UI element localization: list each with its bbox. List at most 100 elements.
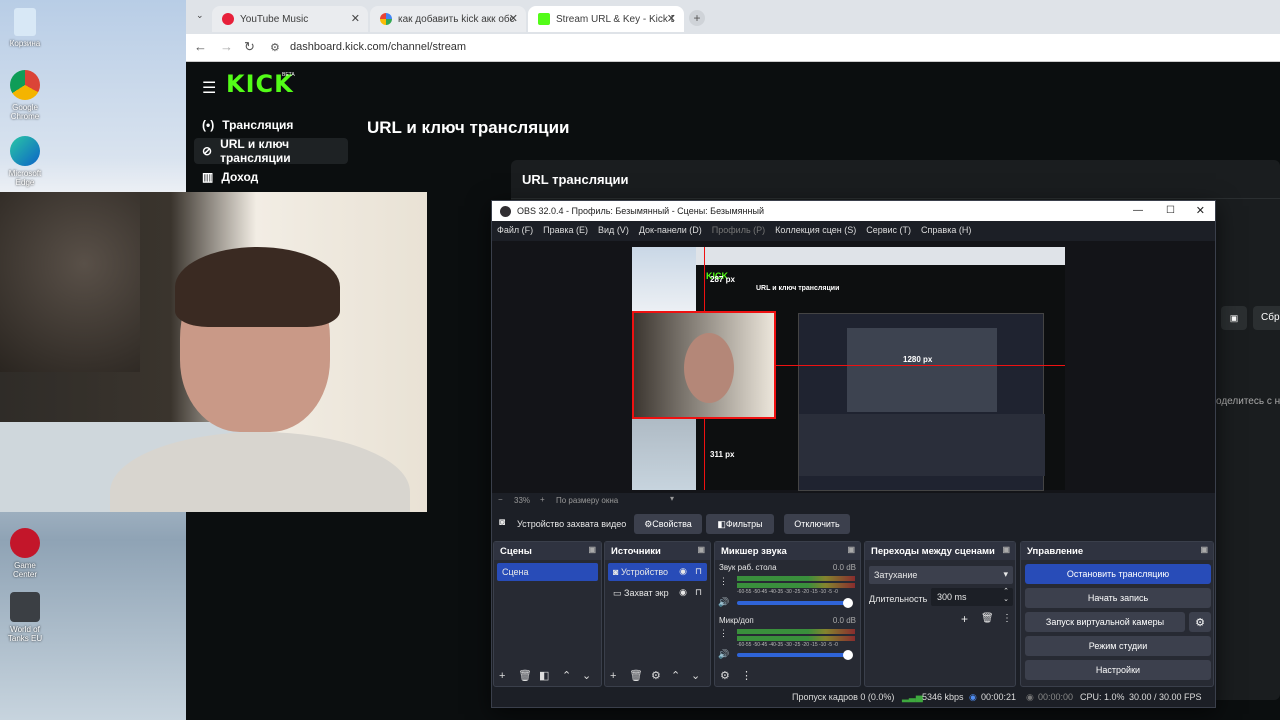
lock-icon[interactable]: ⊓ <box>695 566 702 577</box>
transition-select[interactable]: Затухание ▾ <box>869 566 1013 584</box>
dock-menu-icon[interactable]: ▣ <box>1200 545 1208 554</box>
menu-edit[interactable]: Правка (E) <box>543 225 588 235</box>
chrome-shortcut[interactable]: Google Chrome <box>4 70 46 121</box>
chevron-down-icon: ▾ <box>1003 569 1008 579</box>
minimize-icon[interactable]: — <box>1133 205 1143 216</box>
stop-streaming-button[interactable]: Остановить трансляцию <box>1025 564 1211 584</box>
volume-slider[interactable] <box>737 653 849 657</box>
source-item-capture-device[interactable]: ◙ Устройство ◉ ⊓ <box>608 563 707 581</box>
volume-meter <box>737 583 855 588</box>
trash-icon[interactable]: 🗑 <box>518 669 532 682</box>
nav-item-broadcast[interactable]: (•) Трансляция <box>194 112 348 138</box>
site-info-icon[interactable]: ⚙ <box>270 41 280 54</box>
close-icon[interactable]: ✕ <box>667 12 676 25</box>
url-field[interactable]: dashboard.kick.com/channel/stream <box>290 41 466 53</box>
gear-icon[interactable]: ⚙ <box>1189 612 1211 632</box>
tab-label: как добавить kick акк обс - Go <box>398 13 516 25</box>
reload-icon[interactable]: ↻ <box>244 39 255 55</box>
menu-tools[interactable]: Сервис (T) <box>866 225 911 235</box>
zoom-fit-select[interactable]: По размеру окна <box>556 496 618 505</box>
dots-menu-icon[interactable]: ⋮ <box>719 576 728 587</box>
arrow-up-icon[interactable]: ⌃ <box>562 669 571 682</box>
recycle-bin-icon <box>14 8 36 36</box>
game-center-shortcut[interactable]: Game Center <box>4 528 46 579</box>
studio-mode-button[interactable]: Режим студии <box>1025 636 1211 656</box>
close-icon[interactable]: ✕ <box>1196 204 1205 217</box>
eye-icon[interactable]: ◉ <box>679 587 687 598</box>
close-icon[interactable]: ✕ <box>351 12 360 25</box>
reset-button[interactable]: Сбр <box>1253 306 1280 330</box>
menu-help[interactable]: Справка (H) <box>921 225 971 235</box>
source-item-screen-capture[interactable]: ▭ Захват экр ◉ ⊓ <box>608 584 707 602</box>
settings-button[interactable]: Настройки <box>1025 660 1211 680</box>
menu-scene-collection[interactable]: Коллекция сцен (S) <box>775 225 856 235</box>
dots-menu-icon[interactable]: ⋮ <box>719 628 728 639</box>
shortcut-label: Microsoft Edge <box>8 169 42 187</box>
preview-guide-line-bottom <box>704 419 705 490</box>
tab-youtube-music[interactable]: YouTube Music ✕ <box>212 6 368 32</box>
forward-arrow-icon[interactable]: → <box>220 39 233 54</box>
edge-shortcut[interactable]: Microsoft Edge <box>4 136 46 187</box>
eye-icon[interactable]: ◉ <box>679 566 687 577</box>
add-icon[interactable]: + <box>961 612 968 626</box>
add-icon[interactable]: + <box>610 670 616 682</box>
menu-file[interactable]: Файл (F) <box>497 225 533 235</box>
volume-slider[interactable] <box>737 601 849 605</box>
preview-webcam-source[interactable] <box>632 311 776 419</box>
back-arrow-icon[interactable]: ← <box>194 39 207 54</box>
hamburger-menu-icon[interactable]: ☰ <box>202 78 216 98</box>
chrome-icon <box>10 70 40 100</box>
chevron-down-icon[interactable]: ▾ <box>670 494 674 503</box>
trash-icon[interactable]: 🗑 <box>629 669 643 682</box>
copy-icon[interactable]: ▣ <box>1221 306 1247 330</box>
preview-canvas[interactable]: KICK URL и ключ трансляции 287 px 1280 p… <box>492 241 1215 493</box>
dock-menu-icon[interactable]: ▣ <box>847 545 855 554</box>
tab-label: YouTube Music <box>240 13 309 25</box>
arrow-down-icon[interactable]: ⌄ <box>691 669 700 682</box>
volume-slider-handle[interactable] <box>843 650 853 660</box>
world-of-tanks-shortcut[interactable]: World of Tanks EU <box>4 592 46 643</box>
volume-slider-handle[interactable] <box>843 598 853 608</box>
start-recording-button[interactable]: Начать запись <box>1025 588 1211 608</box>
youtube-music-icon <box>222 13 234 25</box>
new-tab-icon[interactable]: + <box>689 10 705 26</box>
menu-view[interactable]: Вид (V) <box>598 225 629 235</box>
nav-item-income[interactable]: ▥ Доход <box>194 164 348 190</box>
speaker-icon[interactable]: 🔊 <box>718 649 729 660</box>
gear-icon[interactable]: ⚙ <box>720 669 730 682</box>
virtual-camera-button[interactable]: Запуск виртуальной камеры <box>1025 612 1185 632</box>
trash-icon[interactable]: 🗑 <box>981 613 994 624</box>
maximize-icon[interactable]: ☐ <box>1166 205 1175 216</box>
dock-menu-icon[interactable]: ▣ <box>697 545 705 554</box>
speaker-icon[interactable]: 🔊 <box>718 597 729 608</box>
preview-guide-line-horizontal <box>776 365 1065 366</box>
zoom-in-icon[interactable]: + <box>540 495 545 504</box>
tab-search-icon[interactable]: ⌄ <box>196 10 204 21</box>
menu-profile[interactable]: Профиль (P) <box>712 225 765 235</box>
add-icon[interactable]: + <box>499 670 505 682</box>
dock-menu-icon[interactable]: ▣ <box>588 545 596 554</box>
properties-button[interactable]: ⚙ Свойства <box>634 514 702 534</box>
filters-button[interactable]: ◧ Фильтры <box>706 514 774 534</box>
disable-button[interactable]: Отключить <box>784 514 850 534</box>
menu-docks[interactable]: Док-панели (D) <box>639 225 702 235</box>
duration-input[interactable]: 300 ms ⌃ ⌄ <box>931 588 1013 606</box>
zoom-out-icon[interactable]: − <box>498 495 503 504</box>
tab-google-search[interactable]: как добавить kick акк обс - Go ✕ <box>370 6 526 32</box>
close-icon[interactable]: ✕ <box>509 12 518 25</box>
dock-menu-icon[interactable]: ▣ <box>1002 545 1010 554</box>
dots-menu-icon[interactable]: ⋮ <box>1002 613 1012 624</box>
tab-kick-dashboard[interactable]: Stream URL & Key - Kick Dashb ✕ <box>528 6 684 32</box>
scenes-dock: Сцены ▣ Сцена + 🗑 ◧ ⌃ ⌄ <box>493 541 602 687</box>
recycle-bin-shortcut[interactable]: Корзина <box>4 8 46 48</box>
nav-item-stream-url[interactable]: ⊘ URL и ключ трансляции <box>194 137 348 165</box>
dots-menu-icon[interactable]: ⋮ <box>741 669 752 682</box>
filter-icon[interactable]: ◧ <box>539 669 549 682</box>
scene-item[interactable]: Сцена <box>497 563 598 581</box>
shortcut-label: Корзина <box>9 39 41 48</box>
stepper-icon[interactable]: ⌃ ⌄ <box>1003 588 1009 604</box>
arrow-up-icon[interactable]: ⌃ <box>671 669 680 682</box>
lock-icon[interactable]: ⊓ <box>695 587 702 598</box>
gear-icon[interactable]: ⚙ <box>651 669 661 682</box>
arrow-down-icon[interactable]: ⌄ <box>582 669 591 682</box>
